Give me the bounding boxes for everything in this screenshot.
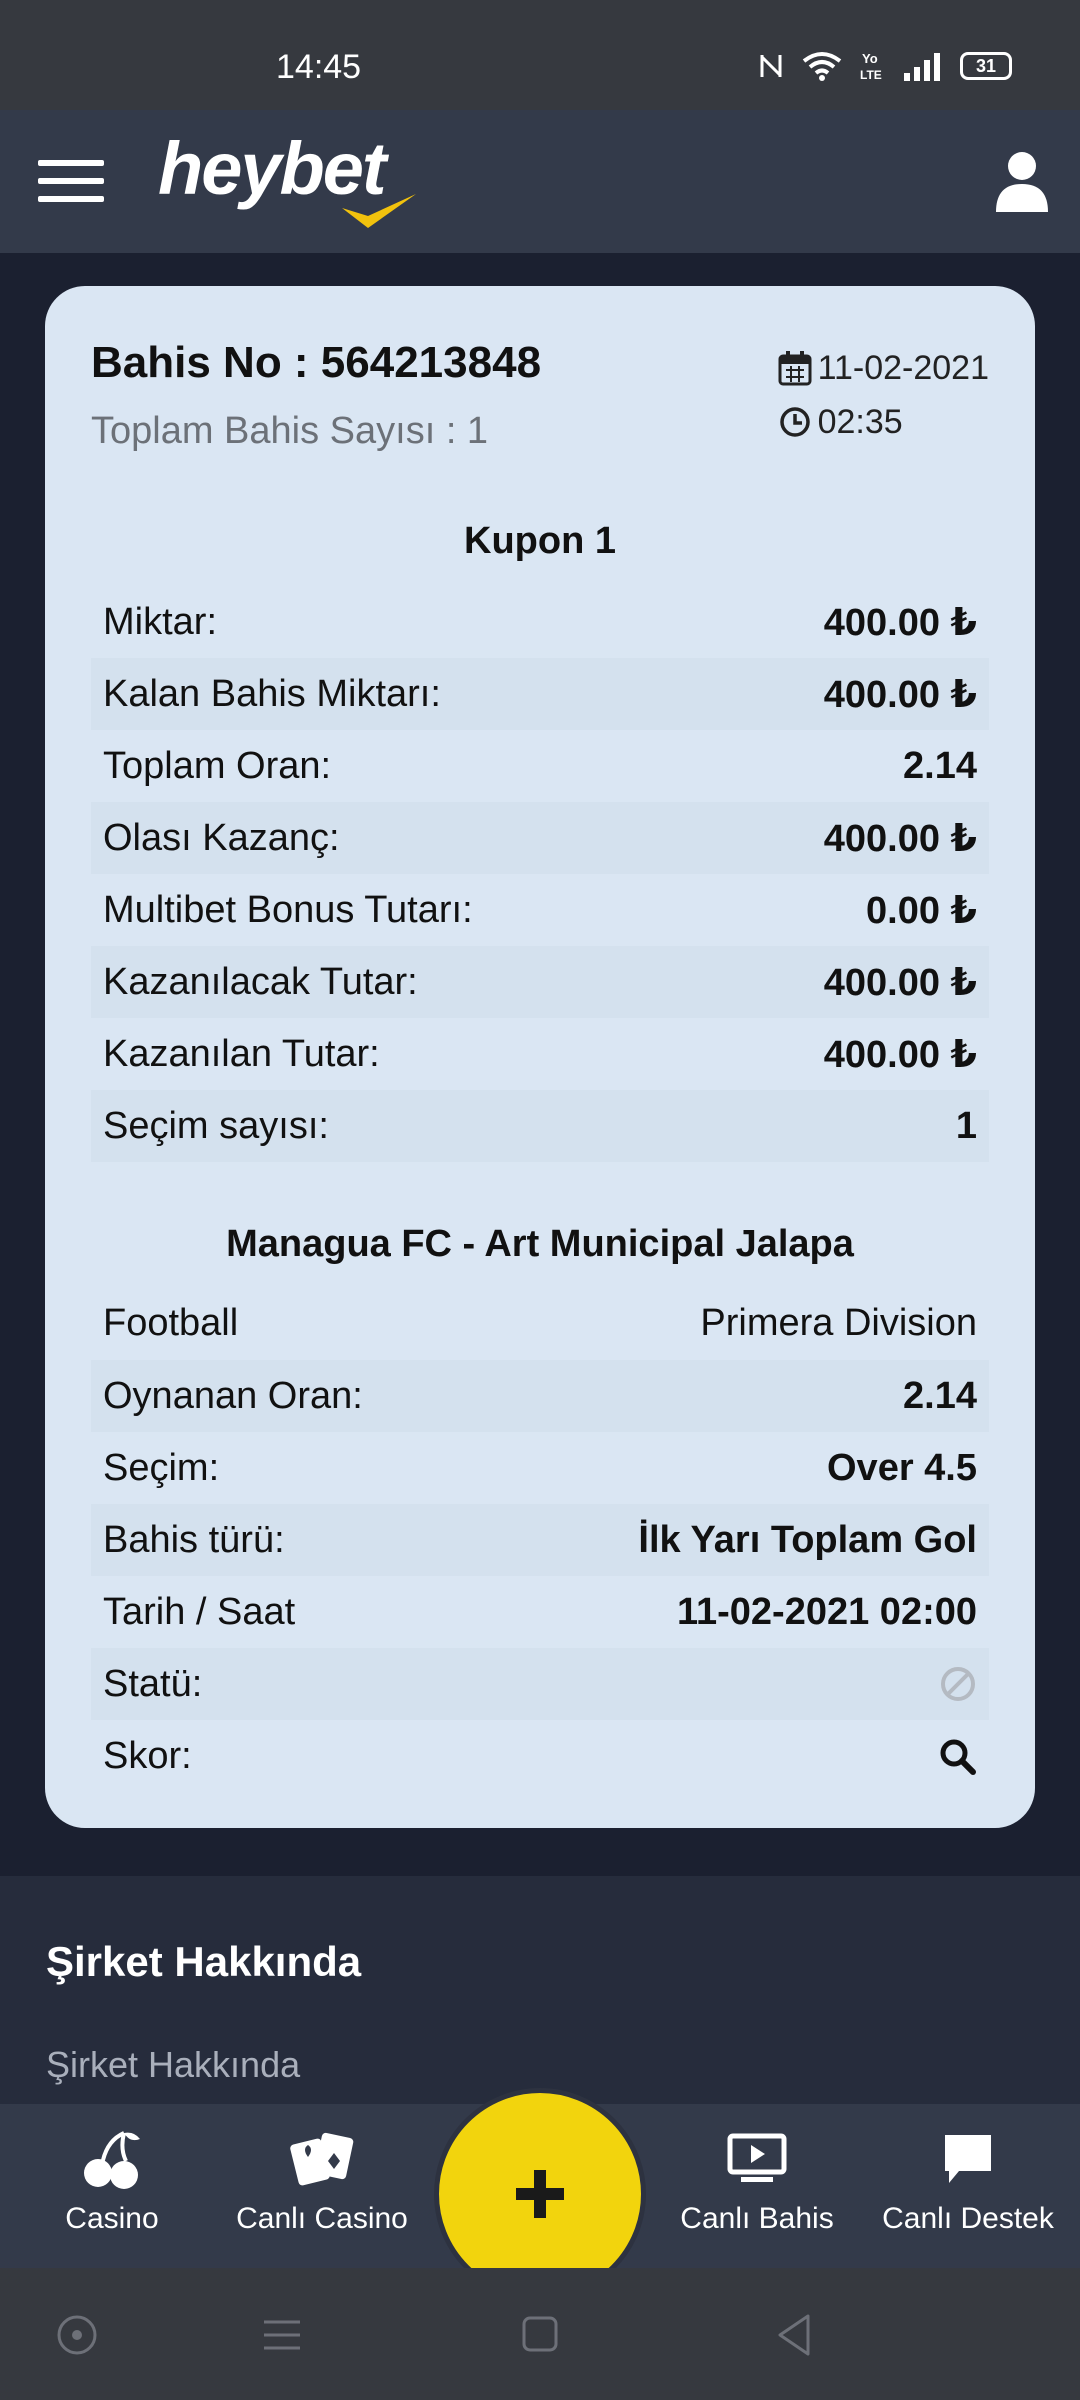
nav-label: Canlı Casino [236,2202,408,2235]
menu-line [38,160,104,166]
nav-casino[interactable]: Casino [12,2124,212,2254]
ticket-date: 11-02-2021 [817,348,989,387]
footer-about-link[interactable]: Şirket Hakkında [46,2044,300,2086]
footer-title: Şirket Hakkında [46,1938,362,1985]
ticket-time: 02:35 [817,402,903,441]
coupon-row-multibet-bonus: Multibet Bonus Tutarı: 0.00 ₺ [91,874,989,946]
back-icon[interactable] [774,2312,814,2358]
status-time: 14:45 [276,48,362,86]
row-label: Kazanılan Tutar: [103,1032,380,1075]
match-row-status: Statü: [91,1648,989,1720]
recent-apps-icon[interactable] [262,2312,302,2358]
search-icon [940,1739,976,1775]
nav-live-betting[interactable]: Canlı Bahis [657,2124,857,2254]
nav-live-casino[interactable]: Canlı Casino [222,2124,422,2254]
row-value: 2.14 [903,1374,977,1417]
nav-live-support[interactable]: Canlı Destek [868,2124,1068,2254]
row-label: Statü: [103,1662,203,1705]
menu-line [38,196,104,202]
sport-name: Football [103,1301,239,1344]
footer: Şirket Hakkında Şirket Hakkında [0,1876,1080,2106]
score-search-button[interactable] [937,1736,977,1776]
row-value: 400.00 ₺ [823,673,977,716]
status-bar: 14:45 Yo LTE 31 [0,0,1080,110]
coupon-row-remaining: Kalan Bahis Miktarı: 400.00 ₺ [91,658,989,730]
battery-icon: 31 [960,52,1012,80]
total-bet-count: Toplam Bahis Sayısı : 1 [91,410,489,452]
match-row-sport: Football Primera Division [91,1286,989,1360]
bet-ticket-card: Bahis No : 564213848 Toplam Bahis Sayısı… [45,286,1035,1828]
row-value: 400.00 ₺ [823,817,977,860]
coupon-details: Miktar: 400.00 ₺ Kalan Bahis Miktarı: 400.… [91,586,989,1162]
nfc-icon [760,55,782,77]
row-value: 11-02-2021 02:00 [676,1590,977,1633]
chat-icon [945,2135,991,2183]
wifi-icon [802,52,842,81]
status-icons: Yo LTE 31 [758,50,1012,82]
row-label: Skor: [103,1734,192,1777]
ticket-header: Bahis No : 564213848 Toplam Bahis Sayısı… [91,286,989,496]
menu-line [38,178,104,184]
nav-label: Canlı Bahis [680,2202,834,2235]
coupon-row-possible-win: Olası Kazanç: 400.00 ₺ [91,802,989,874]
clock-icon [779,407,810,437]
tv-play-icon [727,2133,787,2182]
cards-icon [290,2132,354,2186]
match-row-odds: Oynanan Oran: 2.14 [91,1360,989,1432]
plus-icon [516,2170,564,2218]
league-name: Primera Division [700,1301,977,1344]
row-label: Tarih / Saat [103,1590,296,1633]
row-label: Miktar: [103,600,217,643]
row-label: Kalan Bahis Miktarı: [103,672,441,715]
match-row-datetime: Tarih / Saat 11-02-2021 02:00 [91,1576,989,1648]
coupon-row-amount: Miktar: 400.00 ₺ [91,586,989,658]
match-row-bet-type: Bahis türü: İlk Yarı Toplam Gol [91,1504,989,1576]
row-value: 2.14 [903,744,977,787]
row-value: 400.00 ₺ [823,601,977,644]
coupon-row-won: Kazanılan Tutar: 400.00 ₺ [91,1018,989,1090]
nav-label: Casino [65,2202,159,2235]
calendar-icon [778,351,812,386]
row-label: Kazanılacak Tutar: [103,960,418,1003]
match-title: Managua FC - Art Municipal Jalapa [226,1223,854,1265]
heybet-logo[interactable]: heybet [158,132,416,228]
row-value: 400.00 ₺ [823,961,977,1004]
coupon-row-total-odds: Toplam Oran: 2.14 [91,730,989,802]
assistant-icon[interactable] [54,2312,100,2358]
row-label: Seçim sayısı: [103,1104,329,1147]
coupon-title: Kupon 1 [464,520,616,562]
user-account-icon[interactable] [994,150,1050,214]
row-label: Toplam Oran: [103,744,332,787]
coupon-row-to-win: Kazanılacak Tutar: 400.00 ₺ [91,946,989,1018]
row-value: İlk Yarı Toplam Gol [638,1518,977,1561]
cherry-icon [84,2131,140,2189]
row-value: Over 4.5 [827,1446,977,1489]
match-details: Football Primera Division Oynanan Oran: 2.… [91,1286,989,1792]
match-row-score: Skor: [91,1720,989,1792]
signal-icon [904,53,940,81]
system-nav-bar [0,2268,1080,2400]
volte-icon: Yo LTE [860,51,882,82]
row-label: Multibet Bonus Tutarı: [103,888,473,931]
nav-label: Canlı Destek [882,2202,1054,2235]
ban-icon [941,1667,975,1701]
row-value: 400.00 ₺ [823,1033,977,1076]
svg-text:LTE: LTE [860,68,882,82]
row-label: Olası Kazanç: [103,816,340,859]
row-value: 1 [955,1104,977,1147]
hamburger-menu-button[interactable] [38,160,104,206]
home-icon[interactable] [520,2312,560,2358]
row-label: Seçim: [103,1446,220,1489]
row-value: 0.00 ₺ [866,889,977,932]
row-label: Bahis türü: [103,1518,285,1561]
coupon-row-selection-count: Seçim sayısı: 1 [91,1090,989,1162]
ticket-datetime: 11-02-2021 02:35 [778,348,989,456]
svg-text:Yo: Yo [862,51,878,66]
logo-check-icon [342,194,416,228]
app-header: heybet [0,110,1080,253]
bet-number: Bahis No : 564213848 [91,338,542,387]
row-label: Oynanan Oran: [103,1374,363,1417]
match-row-selection: Seçim: Over 4.5 [91,1432,989,1504]
